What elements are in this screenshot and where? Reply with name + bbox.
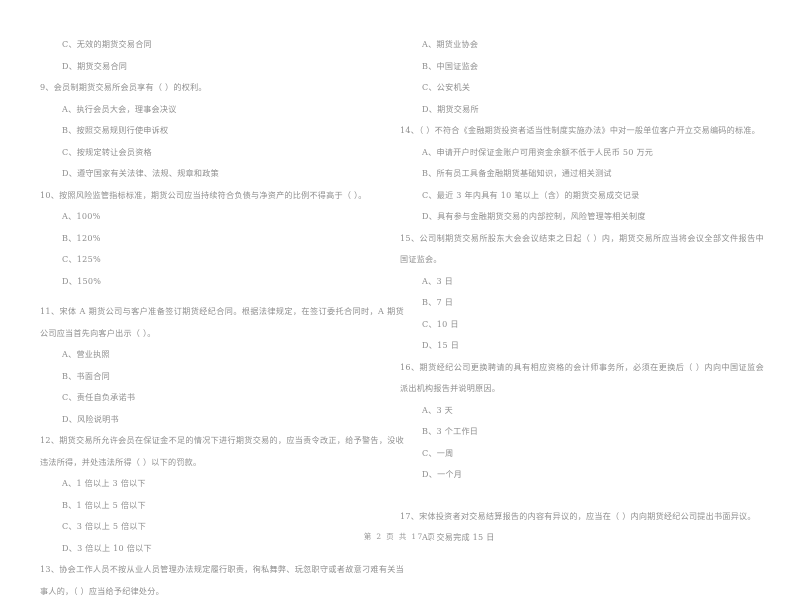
question-block-10: 10、按照风险监管指标标准，期货公司应当持续符合负债与净资产的比例不得高于（ ）… <box>40 185 400 293</box>
option-item: C、公安机关 <box>422 82 471 92</box>
option-item: D、150% <box>62 275 102 286</box>
option-item: A、申请开户时保证金账户可用资金余额不低于人民币 50 万元 <box>422 146 654 157</box>
question-stem: 13、协会工作人员不按从业人员管理办法规定履行职责，徇私舞弊、玩忽职守或者故意刁… <box>40 564 404 596</box>
question-stem: 16、期货经纪公司更换聘请的具有相应资格的会计师事务所，必须在更换后（ ）内向中… <box>400 361 764 394</box>
question-block-9: 9、会员制期货交易所会员享有（ ）的权利。 A、执行会员大会，理事会决议 B、按… <box>40 77 400 185</box>
question-stem: 11、宋体 A 期货公司与客户准备签订期货经纪合同。根据法律规定，在签订委托合同… <box>40 306 404 338</box>
option-item: C、责任自负承诺书 <box>62 392 136 402</box>
option-item: A、3 日 <box>422 275 454 286</box>
option-item: A、营业执照 <box>62 349 110 359</box>
option-item: D、风险说明书 <box>62 413 119 424</box>
question-stem: 17、宋体投资者对交易结算报告的内容有异议的，应当在（ ）内向期货经纪公司提出书… <box>400 510 756 521</box>
option-item: B、7 日 <box>422 297 454 307</box>
option-item: C、无效的期货交易合同 <box>62 39 152 49</box>
option-item: C、最近 3 年内具有 10 笔以上（含）的期货交易成交记录 <box>422 189 640 200</box>
option-item: A、3 天 <box>422 404 454 415</box>
option-item: A、执行会员大会，理事会决议 <box>62 103 177 114</box>
left-column: C、无效的期货交易合同 D、期货交易合同 9、会员制期货交易所会员享有（ ）的权… <box>40 34 404 602</box>
option-item: D、具有参与金融期货交易的内部控制，风险管理等相关制度 <box>422 211 646 221</box>
option-item: D、期货交易所 <box>422 103 479 114</box>
option-item: B、120% <box>62 232 101 243</box>
question-stem: 15、公司制期货交易所股东大会会议结束之日起（ ）内，期货交易所应当将会议全部文… <box>400 232 764 265</box>
right-column: A、期货业协会 B、中国证监会 C、公安机关 D、期货交易所 14、（ ）不符合… <box>400 34 764 549</box>
question-block-15: 15、公司制期货交易所股东大会会议结束之日起（ ）内，期货交易所应当将会议全部文… <box>400 228 764 357</box>
question-stem: 9、会员制期货交易所会员享有（ ）的权利。 <box>40 82 207 92</box>
option-item: B、书面合同 <box>62 370 110 381</box>
option-item: B、3 个工作日 <box>422 426 479 436</box>
option-item: C、10 日 <box>422 318 459 329</box>
question-block-17: 17、宋体投资者对交易结算报告的内容有异议的，应当在（ ）内向期货经纪公司提出书… <box>400 506 760 549</box>
option-item: D、期货交易合同 <box>62 60 128 71</box>
question-block-13: 13、协会工作人员不按从业人员管理办法规定履行职责，徇私舞弊、玩忽职守或者故意刁… <box>40 559 404 602</box>
question-block-16: 16、期货经纪公司更换聘请的具有相应资格的会计师事务所，必须在更换后（ ）内向中… <box>400 357 764 486</box>
page-footer: 第 2 页 共 17 页 <box>363 532 437 541</box>
option-item: A、100% <box>62 211 101 221</box>
option-item: B、1 倍以上 5 倍以下 <box>62 499 146 510</box>
question-stem: 14、（ ）不符合《金融期货投资者适当性制度实施办法》中对一般单位客户开立交易编… <box>400 125 761 135</box>
option-item: D、遵守国家有关法律、法规、规章和政策 <box>62 168 219 178</box>
scanned-page: C、无效的期货交易合同 D、期货交易合同 9、会员制期货交易所会员享有（ ）的权… <box>0 0 800 596</box>
question-stem: 12、期货交易所允许会员在保证金不足的情况下进行期货交易的，应当责令改正，给予警… <box>40 435 404 467</box>
question-block-11: 11、宋体 A 期货公司与客户准备签订期货经纪合同。根据法律规定，在签订委托合同… <box>40 301 404 430</box>
option-item: D、一个月 <box>422 469 463 479</box>
option-item: C、一周 <box>422 447 454 458</box>
option-item: A、期货业协会 <box>422 39 479 49</box>
option-item: D、15 日 <box>422 340 460 350</box>
option-item: A、1 倍以上 3 倍以下 <box>62 478 146 488</box>
question-stem: 10、按照风险监管指标标准，期货公司应当持续符合负债与净资产的比例不得高于（ ）… <box>40 189 367 200</box>
option-item: C、按规定转让会员资格 <box>62 146 152 157</box>
option-item: B、按照交易规则行使申诉权 <box>62 125 169 135</box>
option-item: C、125% <box>62 254 101 264</box>
option-item: B、中国证监会 <box>422 60 479 71</box>
question-block-14: 14、（ ）不符合《金融期货投资者适当性制度实施办法》中对一般单位客户开立交易编… <box>400 120 760 228</box>
option-item: B、所有员工具备金融期货基础知识，通过相关测试 <box>422 168 612 178</box>
